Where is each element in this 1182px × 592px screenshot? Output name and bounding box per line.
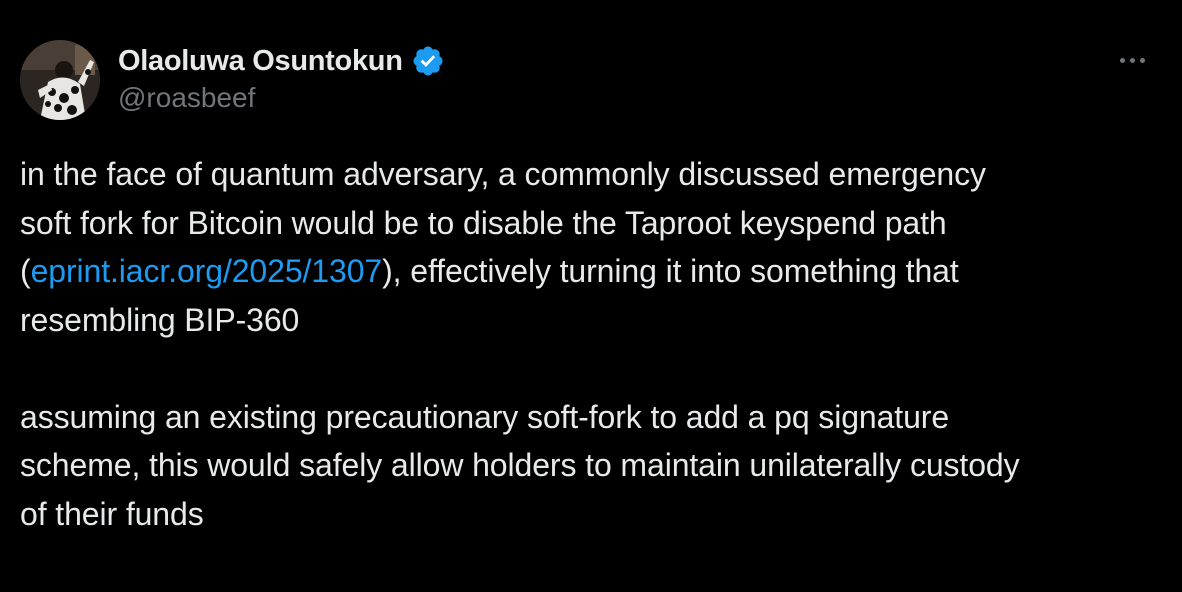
line-suffix: ), effectively turning it into something… [382, 253, 959, 289]
verified-badge-icon[interactable] [411, 44, 445, 78]
tweet-line: resembling BIP-360 [20, 301, 300, 338]
author-name-row: Olaoluwa Osuntokun [118, 42, 445, 80]
more-dot [1139, 57, 1145, 63]
display-name[interactable]: Olaoluwa Osuntokun [118, 45, 403, 78]
tweet-line: in the face of quantum adversary, a comm… [20, 156, 986, 192]
more-options-button[interactable] [1112, 48, 1152, 72]
author-handle[interactable]: @roasbeef [118, 82, 255, 114]
tweet-line: scheme, this would safely allow holders … [20, 447, 1020, 483]
avatar-photo-icon [20, 40, 100, 120]
tweet: Olaoluwa Osuntokun @roasbeef in the face… [0, 0, 1182, 592]
more-dot [1129, 57, 1135, 63]
eprint-link[interactable]: eprint.iacr.org/2025/1307 [31, 253, 383, 289]
tweet-line: soft fork for Bitcoin would be to disabl… [20, 204, 947, 241]
tweet-line: of their funds [20, 495, 204, 532]
tweet-line: (eprint.iacr.org/2025/1307), effectively… [20, 247, 1162, 296]
avatar[interactable] [20, 40, 100, 120]
paren-open: ( [20, 253, 31, 289]
tweet-line: assuming an existing precautionary soft-… [20, 398, 950, 435]
more-dots-icon [1119, 57, 1125, 63]
tweet-text: in the face of quantum adversary, a comm… [20, 150, 1162, 538]
